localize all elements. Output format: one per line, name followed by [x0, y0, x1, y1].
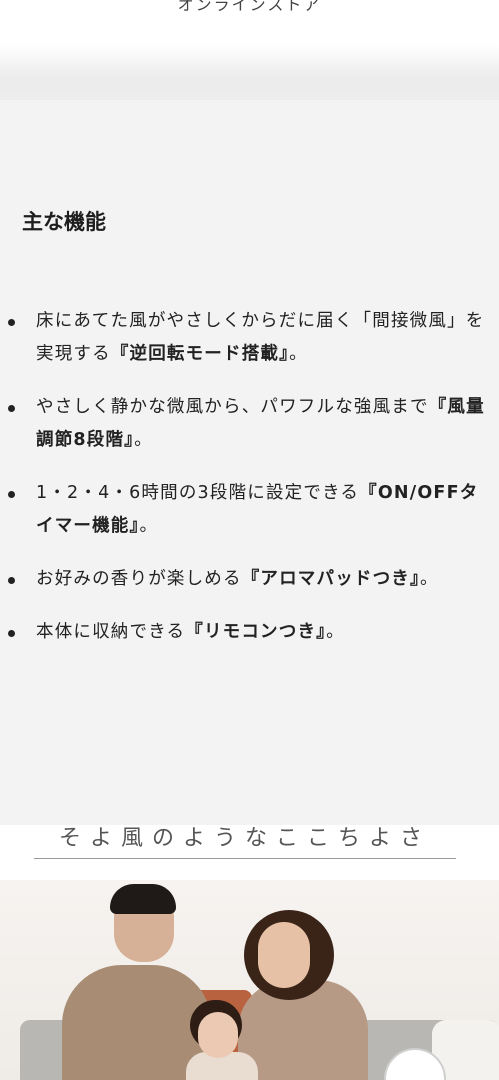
man-hair [110, 884, 176, 914]
bullet-icon [8, 577, 15, 584]
feature-text: 本体に収納できる [36, 622, 186, 642]
feature-tail: 。 [326, 622, 345, 642]
feature-highlight: 『アロマパッドつき』 [241, 569, 420, 589]
feature-list: 床にあてた風がやさしくからだに届く「間接微風」を実現する『逆回転モード搭載』。 … [0, 305, 499, 669]
top-bar: オンラインストア [0, 0, 499, 44]
bullet-icon [8, 491, 15, 498]
bullet-icon [8, 405, 15, 412]
bullet-icon [8, 319, 15, 326]
feature-text: お好みの香りが楽しめる [36, 569, 242, 589]
tagline-divider [34, 858, 456, 859]
feature-text: やさしく静かな微風から、パワフルな強風まで [36, 397, 429, 417]
online-store-link[interactable]: オンラインストア [0, 0, 499, 15]
bullet-icon [8, 630, 15, 637]
feature-tail: 。 [139, 516, 159, 536]
features-section: 主な機能 床にあてた風がやさしくからだに届く「間接微風」を実現する『逆回転モード… [0, 100, 499, 825]
header-shadow [0, 44, 499, 100]
feature-item-remote: 本体に収納できる『リモコンつき』。 [0, 616, 499, 649]
child-head [198, 1012, 238, 1058]
tagline-section: そよ風のようなここちよさ [0, 825, 499, 880]
feature-text: 1・2・4・6時間の3段階に設定できる [36, 483, 360, 503]
feature-highlight: 『リモコンつき』 [185, 622, 327, 642]
feature-highlight: 『逆回転モード搭載』 [110, 344, 290, 364]
feature-item-reverse-mode: 床にあてた風がやさしくからだに届く「間接微風」を実現する『逆回転モード搭載』。 [0, 305, 499, 371]
feature-tail: 。 [419, 569, 439, 589]
features-heading: 主な機能 [22, 210, 106, 234]
feature-item-timer: 1・2・4・6時間の3段階に設定できる『ON/OFFタイマー機能』。 [0, 477, 499, 543]
feature-tail: 。 [134, 430, 153, 450]
tagline: そよ風のようなここちよさ [58, 826, 431, 851]
woman-head [258, 922, 310, 988]
feature-item-wind-levels: やさしく静かな微風から、パワフルな強風まで『風量調節8段階』。 [0, 391, 499, 457]
family-photo [0, 880, 499, 1080]
feature-item-aroma: お好みの香りが楽しめる『アロマパッドつき』。 [0, 563, 499, 596]
feature-tail: 。 [289, 344, 308, 364]
